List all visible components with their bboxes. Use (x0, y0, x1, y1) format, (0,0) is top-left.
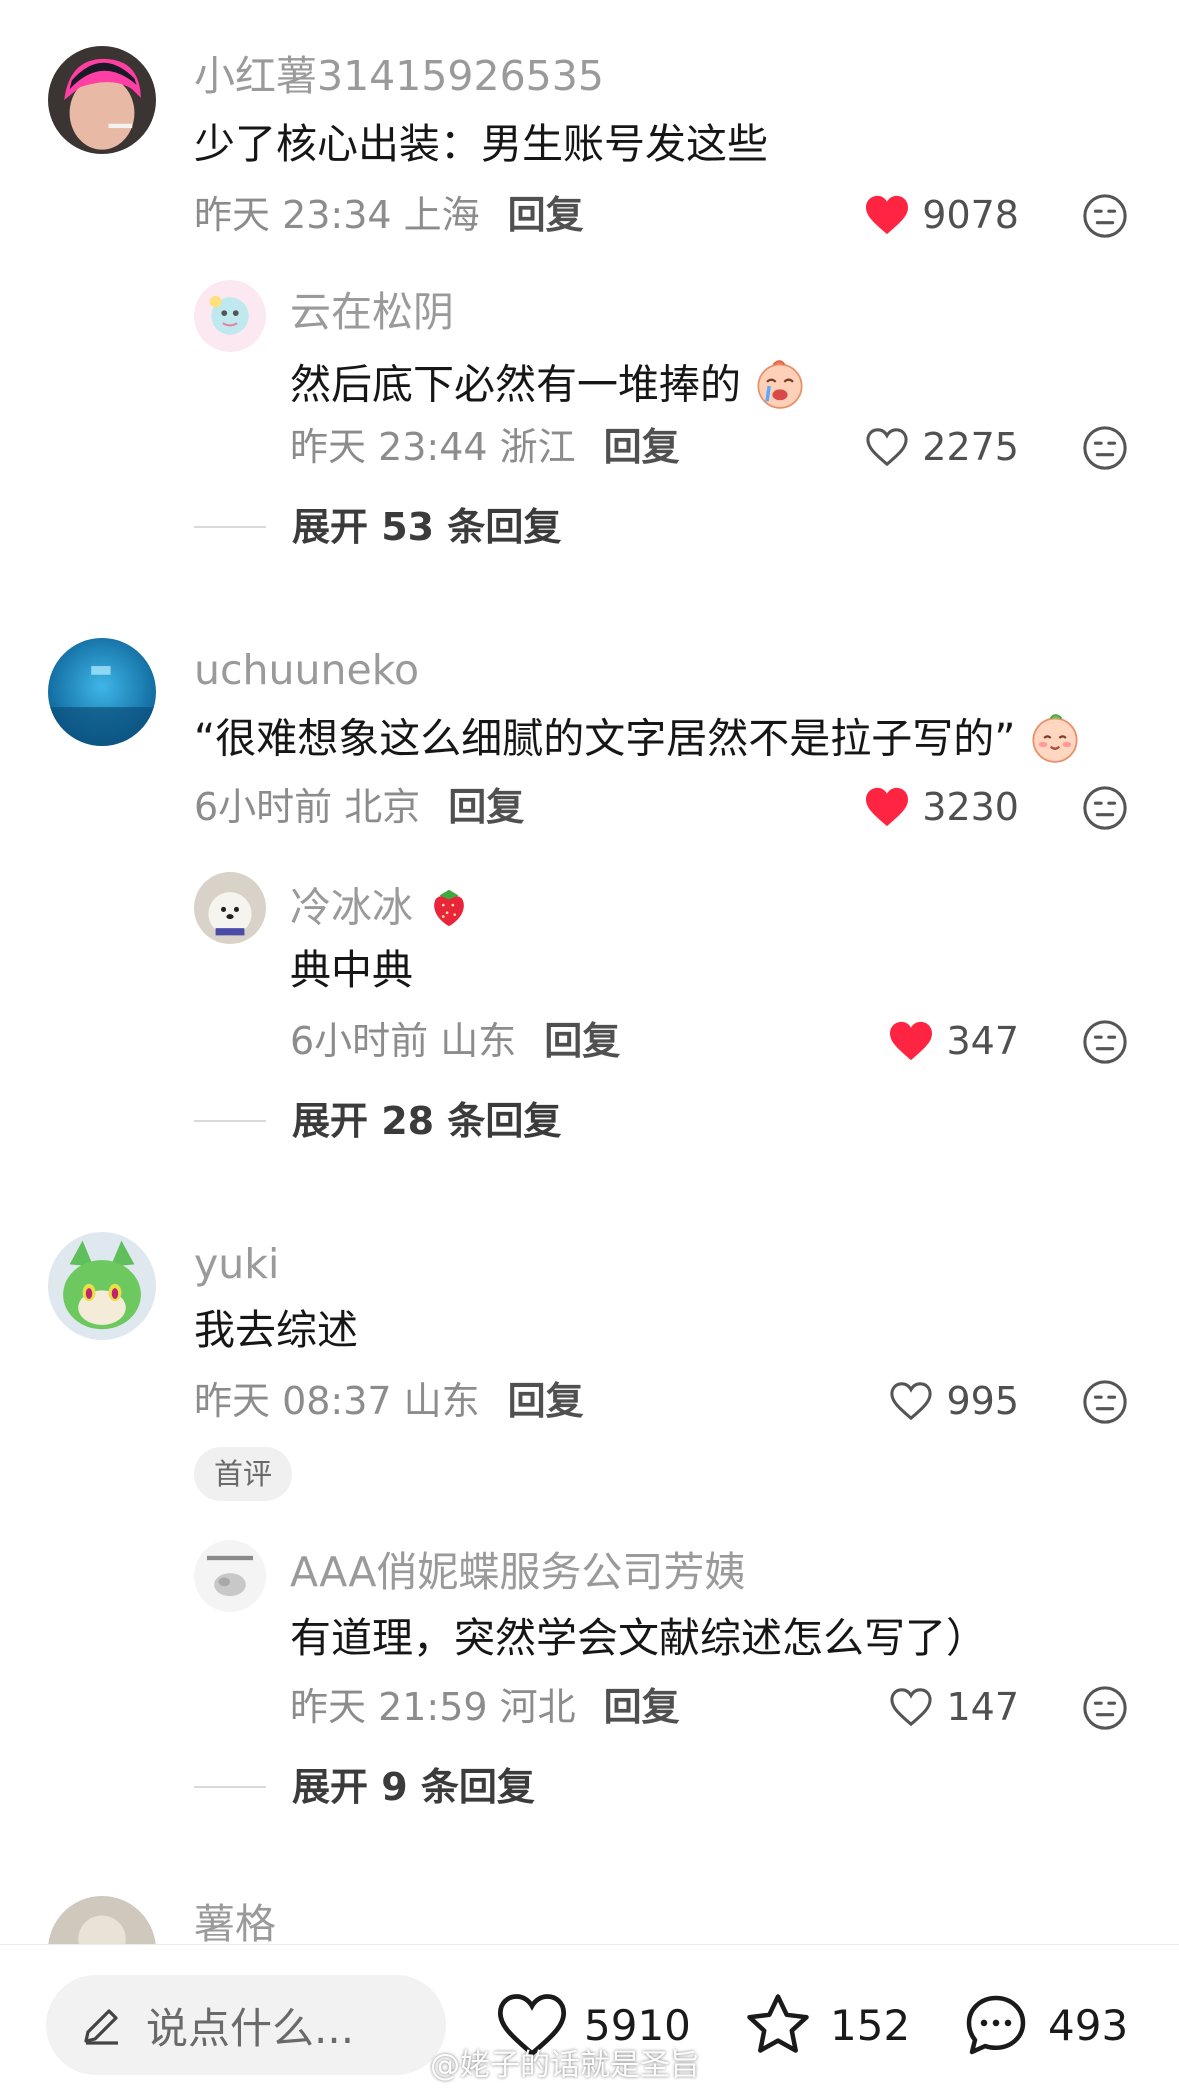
reply-button[interactable]: 回复 (448, 785, 524, 829)
reply-button[interactable]: 回复 (604, 425, 680, 469)
pencil-icon (84, 2009, 118, 2045)
reply-button[interactable]: 回复 (508, 1379, 584, 1423)
reply-time-location: 6小时前 山东 (290, 1019, 517, 1063)
like-count: 995 (946, 1379, 1019, 1423)
reply-text: 有道理，突然学会文献综述怎么写了） (290, 1614, 987, 1662)
expand-replies-label: 展开 53 条回复 (292, 505, 562, 549)
dislike-button[interactable] (1082, 785, 1128, 831)
reply-username[interactable]: AAA俏妮蝶服务公司芳姨 (290, 1552, 745, 1593)
like-button[interactable]: 147 (888, 1686, 1019, 1728)
comment-count: 493 (1048, 2000, 1129, 2050)
reply-avatar[interactable] (194, 1540, 266, 1612)
neutral-face-icon (1083, 426, 1127, 470)
reply-avatar[interactable] (194, 872, 266, 944)
crying-baby-emoji-icon (754, 358, 806, 417)
comment-meta: 6小时前 北京 回复 (194, 788, 524, 826)
favorite-button[interactable]: 152 (740, 1989, 910, 2061)
expand-replies-label: 展开 9 条回复 (292, 1765, 535, 1809)
comment-username[interactable]: 薯格 (194, 1904, 276, 1945)
neutral-face-icon (1083, 1686, 1127, 1730)
expand-replies-button[interactable]: 展开 53 条回复 (194, 508, 561, 546)
dislike-button[interactable] (1082, 1685, 1128, 1731)
first-comment-badge: 首评 (194, 1447, 293, 1501)
comments-button[interactable]: 493 (958, 1989, 1128, 2061)
dislike-button[interactable] (1082, 1379, 1128, 1425)
like-count: 3230 (922, 785, 1019, 829)
neutral-face-icon (1083, 194, 1127, 238)
reply-button[interactable]: 回复 (604, 1685, 680, 1729)
reply-username[interactable]: 云在松阴 (290, 292, 454, 333)
avatar[interactable] (48, 1232, 156, 1340)
strawberry-emoji-icon (426, 884, 472, 937)
like-count: 9078 (922, 193, 1019, 237)
expand-replies-button[interactable]: 展开 28 条回复 (194, 1102, 561, 1140)
like-count: 147 (946, 1685, 1019, 1729)
like-button[interactable]: 3230 (864, 786, 1019, 828)
comment-time-location: 昨天 23:34 上海 (194, 193, 480, 237)
avatar[interactable] (48, 46, 156, 154)
reply-time-location: 昨天 23:44 浙江 (290, 425, 576, 469)
like-button[interactable]: 347 (888, 1020, 1019, 1062)
reply-username[interactable]: 冷冰冰 (290, 884, 472, 937)
neutral-face-icon (1083, 1380, 1127, 1424)
heart-outline-icon (890, 1382, 933, 1421)
reply-text: 然后底下必然有一堆捧的 (290, 358, 806, 417)
avatar[interactable] (48, 638, 156, 746)
comment-username[interactable]: yuki (194, 1244, 279, 1285)
dislike-button[interactable] (1082, 425, 1128, 471)
reply-time-location: 昨天 21:59 河北 (290, 1685, 576, 1729)
reply-meta: 昨天 21:59 河北 回复 (290, 1688, 680, 1726)
like-count: 2275 (922, 425, 1019, 469)
heart-filled-icon (866, 787, 909, 827)
dislike-button[interactable] (1082, 1019, 1128, 1065)
reply-meta: 6小时前 山东 回复 (290, 1022, 620, 1060)
chat-bubble-icon (966, 1995, 1026, 2055)
like-count: 347 (946, 1019, 1019, 1063)
heart-filled-icon (866, 195, 909, 235)
smiling-baby-emoji-icon (1029, 712, 1081, 771)
comment-time-location: 6小时前 北京 (194, 785, 421, 829)
comment-input-placeholder: 说点什么... (146, 2003, 355, 2053)
weibo-watermark: @姥子的话就是圣旨 (430, 2048, 700, 2083)
like-button[interactable]: 9078 (864, 194, 1019, 236)
heart-outline-icon (866, 428, 908, 467)
reply-button[interactable]: 回复 (508, 193, 584, 237)
comment-meta: 昨天 23:34 上海 回复 (194, 196, 584, 234)
expand-replies-label: 展开 28 条回复 (292, 1099, 562, 1143)
expand-replies-button[interactable]: 展开 9 条回复 (194, 1768, 535, 1806)
comment-text: 少了核心出装：男生账号发这些 (194, 120, 768, 168)
dislike-button[interactable] (1082, 193, 1128, 239)
comment-text: 我去综述 (194, 1306, 358, 1354)
neutral-face-icon (1083, 1020, 1127, 1064)
divider-line (194, 1120, 266, 1122)
comment-username[interactable]: uchuuneko (194, 650, 419, 691)
divider-line (194, 1786, 266, 1788)
reply-text: 典中典 (290, 946, 413, 994)
divider-line (194, 526, 266, 528)
comment-text: “很难想象这么细腻的文字居然不是拉子写的” (194, 712, 1081, 771)
neutral-face-icon (1083, 786, 1127, 830)
heart-filled-icon (890, 1021, 933, 1061)
star-outline-icon (747, 1994, 809, 2053)
comment-time-location: 昨天 08:37 山东 (194, 1379, 480, 1423)
reply-avatar[interactable] (194, 280, 266, 352)
reply-meta: 昨天 23:44 浙江 回复 (290, 428, 680, 466)
like-button[interactable]: 2275 (864, 426, 1019, 468)
comment-meta: 昨天 08:37 山东 回复 (194, 1382, 584, 1420)
favorite-count: 152 (830, 2000, 911, 2050)
heart-outline-icon (890, 1688, 933, 1727)
comment-username[interactable]: 小红薯31415926535 (194, 56, 604, 97)
like-button[interactable]: 995 (888, 1380, 1019, 1422)
reply-button[interactable]: 回复 (544, 1019, 620, 1063)
comment-input[interactable]: 说点什么... (46, 1975, 446, 2075)
